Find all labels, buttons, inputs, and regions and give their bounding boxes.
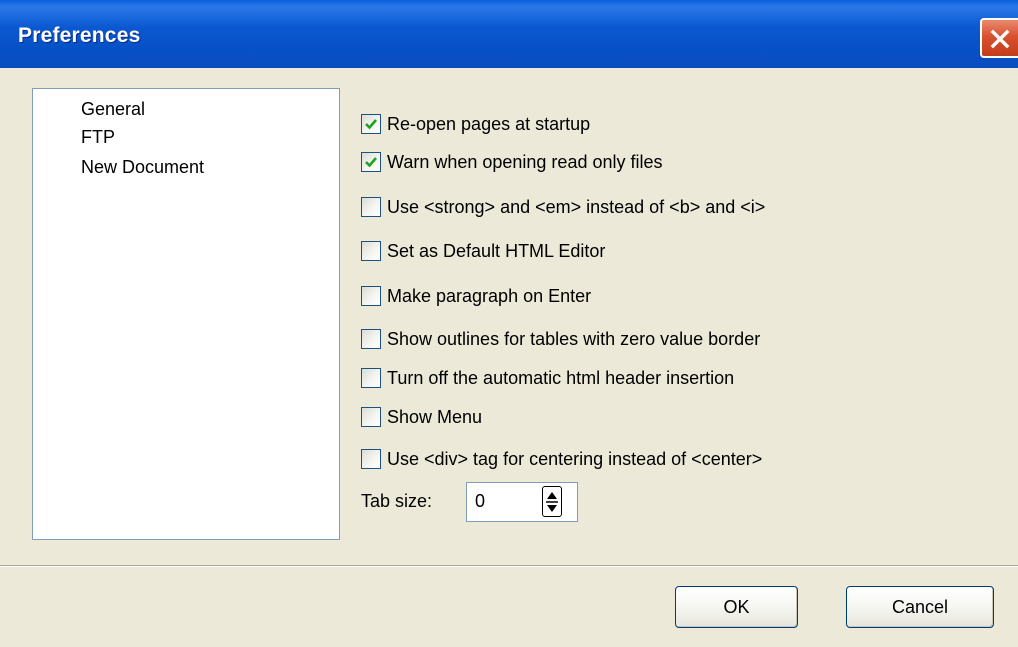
- checkbox-paragraph-on-enter[interactable]: [361, 286, 381, 306]
- checkbox-header-insertion[interactable]: [361, 368, 381, 388]
- option-paragraph-on-enter[interactable]: Make paragraph on Enter: [361, 285, 591, 307]
- cancel-button[interactable]: Cancel: [846, 586, 994, 628]
- checkmark-icon: [365, 157, 377, 168]
- title-bar[interactable]: Preferences: [0, 0, 1018, 68]
- checkbox-show-menu[interactable]: [361, 407, 381, 427]
- option-header-insertion[interactable]: Turn off the automatic html header inser…: [361, 367, 734, 389]
- checkmark-icon: [365, 119, 377, 130]
- option-label: Show outlines for tables with zero value…: [387, 328, 761, 349]
- tab-size-label: Tab size:: [361, 491, 433, 511]
- option-use-strong-em[interactable]: Use <strong> and <em> instead of <b> and…: [361, 196, 765, 218]
- option-label: Show Menu: [387, 406, 483, 427]
- tab-size-value[interactable]: 0: [475, 491, 485, 512]
- window-title: Preferences: [18, 24, 141, 47]
- option-label: Set as Default HTML Editor: [387, 240, 606, 261]
- option-label: Turn off the automatic html header inser…: [387, 367, 735, 388]
- category-item-general[interactable]: General: [81, 98, 145, 120]
- option-label: Make paragraph on Enter: [387, 285, 592, 306]
- checkbox-show-table-outlines[interactable]: [361, 329, 381, 349]
- category-item-new-document[interactable]: New Document: [81, 156, 204, 178]
- option-label: Warn when opening read only files: [387, 151, 663, 172]
- option-label: Re-open pages at startup: [387, 113, 591, 134]
- option-show-menu[interactable]: Show Menu: [361, 406, 482, 428]
- option-show-table-outlines[interactable]: Show outlines for tables with zero value…: [361, 328, 760, 350]
- checkbox-default-html-editor[interactable]: [361, 241, 381, 261]
- close-button[interactable]: [980, 18, 1018, 58]
- option-label: Use <strong> and <em> instead of <b> and…: [387, 196, 766, 217]
- option-div-centering[interactable]: Use <div> tag for centering instead of <…: [361, 448, 762, 470]
- option-reopen-pages[interactable]: Re-open pages at startup: [361, 113, 590, 135]
- option-default-html-editor[interactable]: Set as Default HTML Editor: [361, 240, 605, 262]
- option-label: Use <div> tag for centering instead of <…: [387, 448, 763, 469]
- checkbox-warn-read-only[interactable]: [361, 152, 381, 172]
- category-item-ftp[interactable]: FTP: [81, 126, 115, 148]
- checkbox-use-strong-em[interactable]: [361, 197, 381, 217]
- tab-size-spinner[interactable]: 0: [466, 482, 578, 522]
- ok-button[interactable]: OK: [675, 586, 798, 628]
- spin-arrows-icon: [546, 492, 558, 512]
- option-warn-read-only[interactable]: Warn when opening read only files: [361, 151, 663, 173]
- tab-size-spin-buttons[interactable]: [542, 486, 562, 517]
- footer-separator: [0, 565, 1018, 567]
- category-list[interactable]: General FTP New Document: [32, 88, 340, 540]
- preferences-dialog: Preferences General FTP New Document Re-…: [0, 0, 1018, 647]
- checkbox-div-centering[interactable]: [361, 449, 381, 469]
- checkbox-reopen-pages[interactable]: [361, 114, 381, 134]
